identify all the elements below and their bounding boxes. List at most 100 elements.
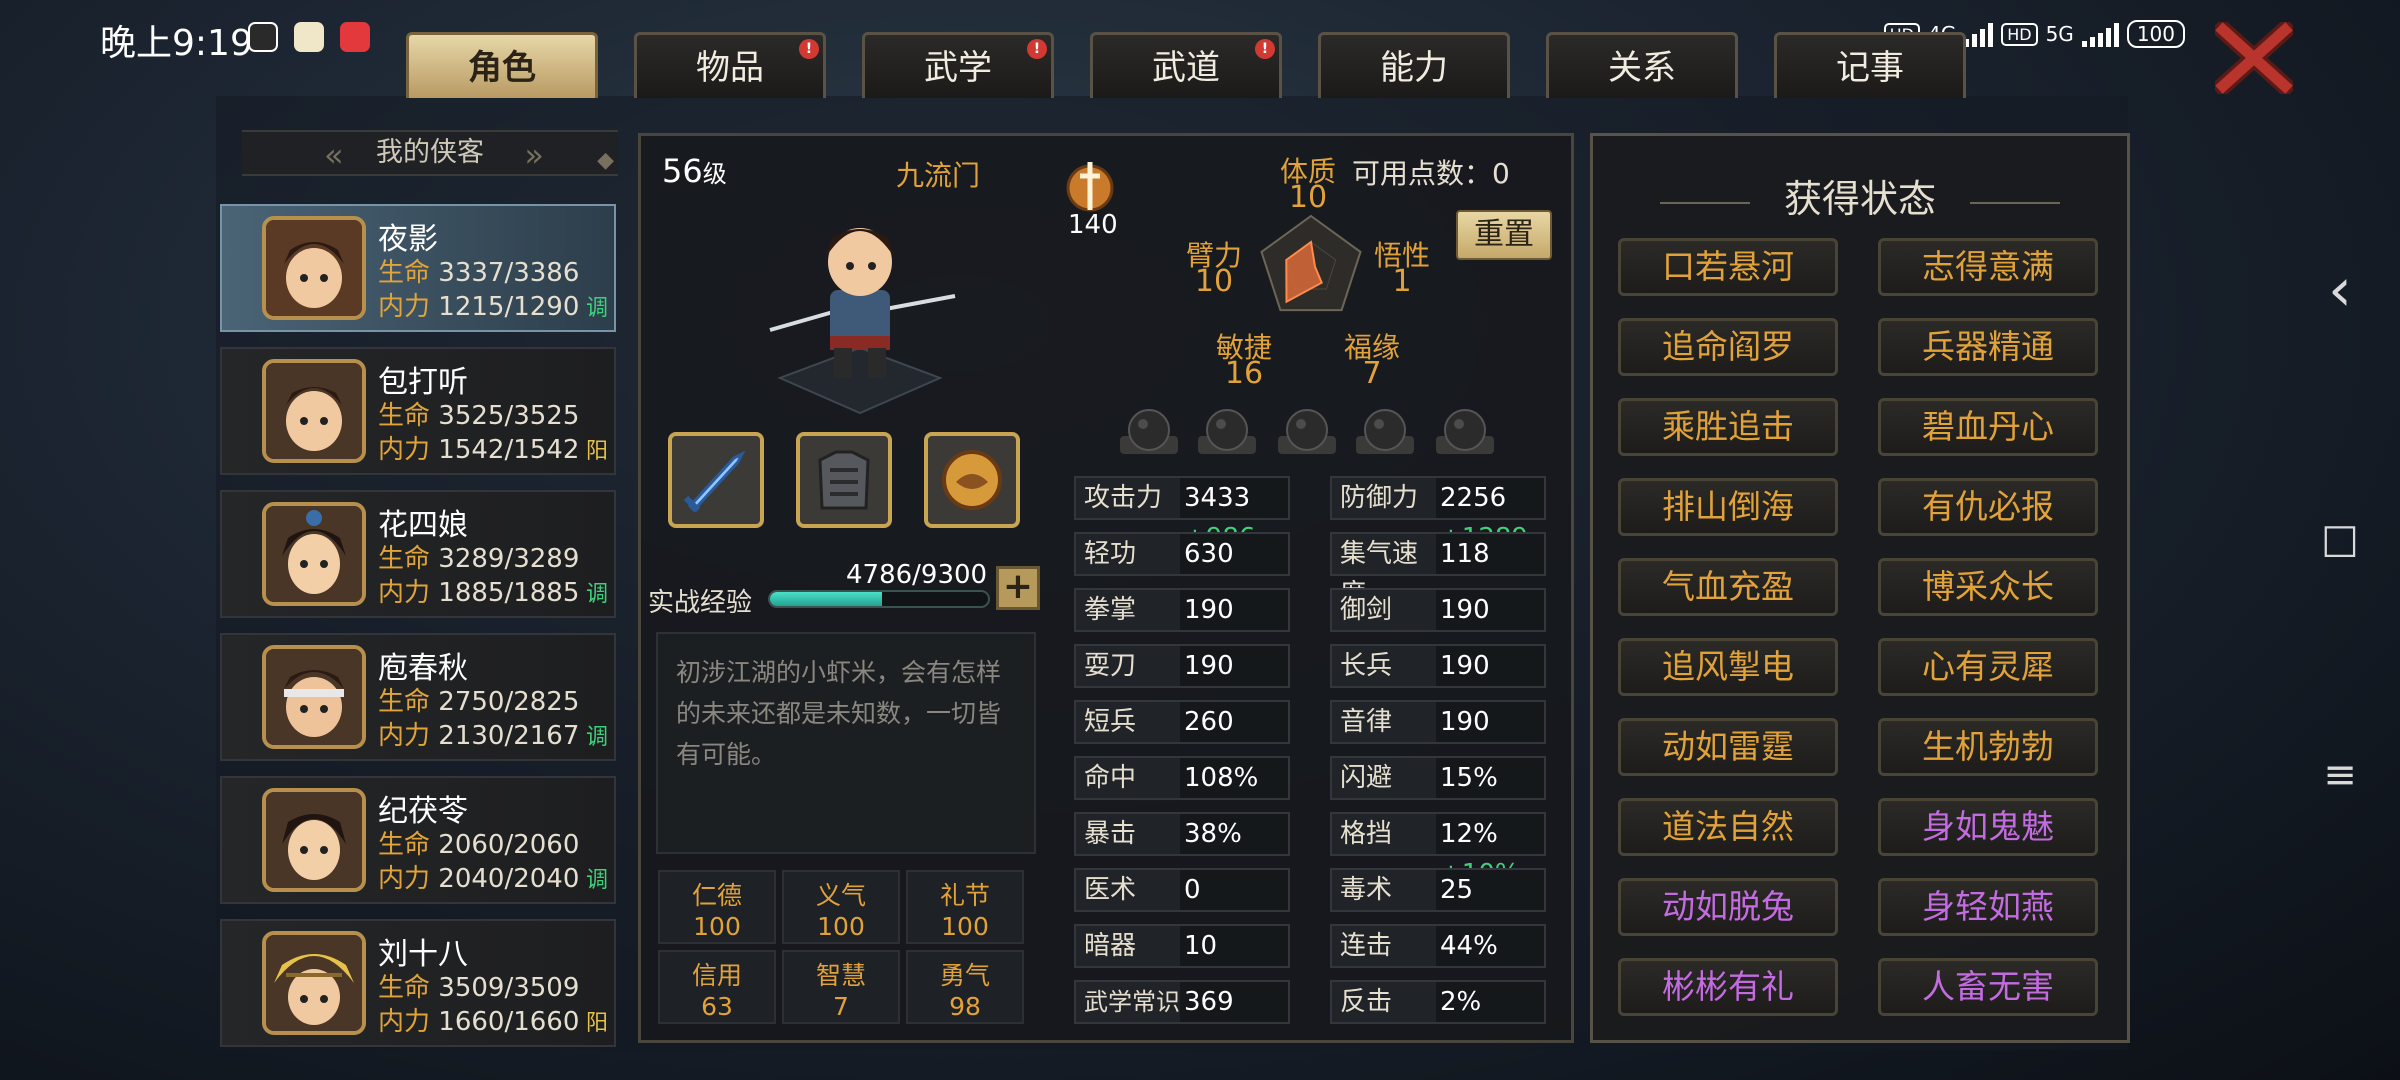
character-bio: 初涉江湖的小虾米，会有怎样的未来还都是未知数，一切皆有可能。	[656, 632, 1036, 854]
virtue-label: 仁德	[691, 881, 742, 910]
hero-card[interactable]: 庖春秋 生命 2750/2825 内力 2130/2167 调	[220, 633, 616, 761]
tab-journal[interactable]: 记事	[1774, 32, 1966, 98]
add-xp-button[interactable]: +	[996, 566, 1040, 610]
hp-label: 生命	[378, 544, 431, 574]
stat-row: 暴击 38%	[1074, 812, 1290, 856]
hero-tag: 调	[585, 868, 608, 893]
sword-icon	[683, 450, 746, 513]
gem-socket-icon[interactable]	[1276, 404, 1338, 458]
stat-value: 2%	[1440, 982, 1481, 1022]
status-effect-item[interactable]: 碧血丹心	[1878, 398, 2098, 456]
attribute-radar-chart	[1260, 214, 1362, 312]
stat-label: 攻击力	[1076, 478, 1180, 518]
hero-mp: 内力 1542/1542	[378, 429, 579, 466]
tab-label: 角色	[468, 48, 536, 88]
armor-slot[interactable]	[796, 432, 892, 528]
mp-value: 1215/1290	[438, 292, 580, 322]
hp-label: 生命	[378, 258, 431, 288]
amulet-icon	[942, 450, 1002, 510]
hero-portrait	[262, 788, 366, 892]
next-page-icon[interactable]: »	[524, 134, 544, 176]
attr-value: 10	[1194, 264, 1234, 299]
status-effect-item[interactable]: 气血充盈	[1618, 558, 1838, 616]
virtue-label: 勇气	[939, 961, 990, 990]
points-value: 0	[1492, 157, 1510, 190]
status-effect-item[interactable]: 乘胜追击	[1618, 398, 1838, 456]
stat-row: 医术 0	[1074, 868, 1290, 912]
tab-items[interactable]: 物品!	[634, 32, 826, 98]
status-effect-item[interactable]: 追风掣电	[1618, 638, 1838, 696]
app-notification-icon	[294, 22, 324, 52]
stat-number: 190	[1440, 707, 1490, 737]
mp-label: 内力	[378, 578, 431, 608]
hp-value: 2750/2825	[438, 687, 580, 717]
hero-card[interactable]: 刘十八 生命 3509/3509 内力 1660/1660 阳	[220, 919, 616, 1047]
level-suffix: 级	[702, 160, 727, 188]
app-notification-icon	[340, 22, 370, 52]
home-nav-icon[interactable]: □	[2320, 516, 2360, 562]
status-effect-item[interactable]: 生机勃勃	[1878, 718, 2098, 776]
status-effect-item[interactable]: 有仇必报	[1878, 478, 2098, 536]
network-type: 5G	[2045, 22, 2074, 46]
stat-number: 190	[1184, 651, 1234, 681]
menu-nav-icon[interactable]: ≡	[2320, 752, 2360, 798]
gem-socket-icon[interactable]	[1354, 404, 1416, 458]
tab-martial-arts[interactable]: 武学!	[862, 32, 1054, 98]
close-icon[interactable]	[2215, 22, 2293, 94]
mp-value: 2040/2040	[438, 864, 580, 894]
mp-value: 1660/1660	[438, 1007, 580, 1037]
gem-socket-icon[interactable]	[1196, 404, 1258, 458]
prev-page-icon[interactable]: «	[324, 134, 344, 176]
gem-socket-icon[interactable]	[1434, 404, 1496, 458]
status-effect-item[interactable]: 身如鬼魅	[1878, 798, 2098, 856]
stat-value: 190	[1440, 646, 1490, 686]
status-effect-item[interactable]: 彬彬有礼	[1618, 958, 1838, 1016]
stat-row: 连击 44%	[1330, 924, 1546, 968]
tab-character[interactable]: 角色	[406, 32, 598, 98]
stat-row: 拳掌 190	[1074, 588, 1290, 632]
back-nav-icon[interactable]: ‹	[2320, 260, 2360, 320]
virtue-label: 智慧	[815, 961, 866, 990]
tab-martial-way[interactable]: 武道!	[1090, 32, 1282, 98]
rank-value: 140	[1068, 210, 1118, 240]
virtue-cell: 义气 100	[782, 870, 900, 944]
hero-card[interactable]: 包打听 生命 3525/3525 内力 1542/1542 阳	[220, 347, 616, 475]
hero-hp: 生命 3289/3289	[378, 538, 579, 575]
status-effect-item[interactable]: 追命阎罗	[1618, 318, 1838, 376]
hd-icon: HD	[2001, 22, 2038, 46]
gem-socket-icon[interactable]	[1118, 404, 1180, 458]
stat-label: 格挡	[1332, 814, 1436, 854]
stat-label: 音律	[1332, 702, 1436, 742]
reset-button[interactable]: 重置	[1456, 210, 1552, 260]
status-effect-item[interactable]: 身轻如燕	[1878, 878, 2098, 936]
hero-card[interactable]: 花四娘 生命 3289/3289 内力 1885/1885 调	[220, 490, 616, 618]
hero-card[interactable]: 纪茯苓 生命 2060/2060 内力 2040/2040 调	[220, 776, 616, 904]
accessory-slot[interactable]	[924, 432, 1020, 528]
status-effect-item[interactable]: 兵器精通	[1878, 318, 2098, 376]
status-effect-item[interactable]: 口若悬河	[1618, 238, 1838, 296]
stat-label: 武学常识	[1076, 982, 1180, 1022]
status-effect-item[interactable]: 道法自然	[1618, 798, 1838, 856]
status-effect-item[interactable]: 心有灵犀	[1878, 638, 2098, 696]
status-effect-item[interactable]: 排山倒海	[1618, 478, 1838, 536]
mp-label: 内力	[378, 292, 431, 322]
virtue-label: 义气	[815, 881, 866, 910]
hero-card[interactable]: 夜影 生命 3337/3386 内力 1215/1290 调	[220, 204, 616, 332]
tab-abilities[interactable]: 能力	[1318, 32, 1510, 98]
hp-value: 2060/2060	[438, 830, 580, 860]
stat-number: 25	[1440, 875, 1474, 905]
hero-tag: 调	[585, 582, 608, 607]
weapon-slot[interactable]	[668, 432, 764, 528]
status-effect-item[interactable]: 志得意满	[1878, 238, 2098, 296]
stat-label: 闪避	[1332, 758, 1436, 798]
virtue-value: 100	[817, 912, 865, 941]
hero-mp: 内力 2130/2167	[378, 715, 579, 752]
status-effect-item[interactable]: 动如脱兔	[1618, 878, 1838, 936]
tab-relations[interactable]: 关系	[1546, 32, 1738, 98]
status-effect-item[interactable]: 博采众长	[1878, 558, 2098, 616]
stat-row: 反击 2%	[1330, 980, 1546, 1024]
status-effect-item[interactable]: 动如雷霆	[1618, 718, 1838, 776]
roster-header: « 我的侠客 » ◆	[242, 130, 618, 176]
status-effect-item[interactable]: 人畜无害	[1878, 958, 2098, 1016]
mp-label: 内力	[378, 721, 431, 751]
